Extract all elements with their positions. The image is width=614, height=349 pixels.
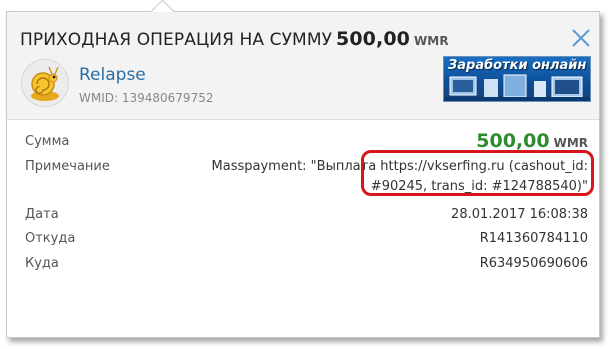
to-value[interactable]: R634950690606: [480, 256, 588, 271]
dialog-title: ПРИХОДНАЯ ОПЕРАЦИЯ НА СУММУ 500,00 WMR: [20, 28, 449, 50]
to-label: Куда: [25, 255, 62, 271]
title-currency: WMR: [413, 34, 449, 48]
sender-name[interactable]: Relapse: [79, 65, 146, 85]
sender-banner-image[interactable]: Заработки онлайн: [443, 56, 591, 102]
note-label: Примечание: [25, 158, 113, 174]
title-prefix: ПРИХОДНАЯ ОПЕРАЦИЯ НА СУММУ: [20, 30, 333, 50]
sender-avatar[interactable]: [21, 59, 69, 107]
date-label: Дата: [25, 206, 62, 222]
date-value: 28.01.2017 16:08:38: [451, 206, 588, 222]
sender-wmid: WMID: 139480679752: [79, 91, 214, 105]
from-value[interactable]: R141360784110: [480, 231, 588, 246]
dialog-header: ПРИХОДНАЯ ОПЕРАЦИЯ НА СУММУ 500,00 WMR Rel…: [7, 12, 599, 120]
sum-label: Сумма: [25, 134, 73, 149]
snail-avatar-icon: [31, 66, 59, 101]
detail-row-from: Откуда R141360784110: [25, 227, 588, 252]
from-label: Откуда: [25, 231, 79, 246]
sum-currency: WMR: [553, 136, 588, 150]
sum-value-wrap: 500,00 WMR: [476, 130, 588, 152]
detail-row-date: Дата 28.01.2017 16:08:38: [25, 203, 588, 228]
banner-graphic: [444, 74, 590, 101]
detail-row-to: Куда R634950690606: [25, 252, 588, 277]
sum-value: 500,00: [476, 130, 550, 152]
close-icon: [572, 29, 590, 47]
title-amount: 500,00: [336, 28, 410, 50]
close-button[interactable]: [571, 28, 591, 48]
highlight-annotation: [361, 150, 594, 196]
